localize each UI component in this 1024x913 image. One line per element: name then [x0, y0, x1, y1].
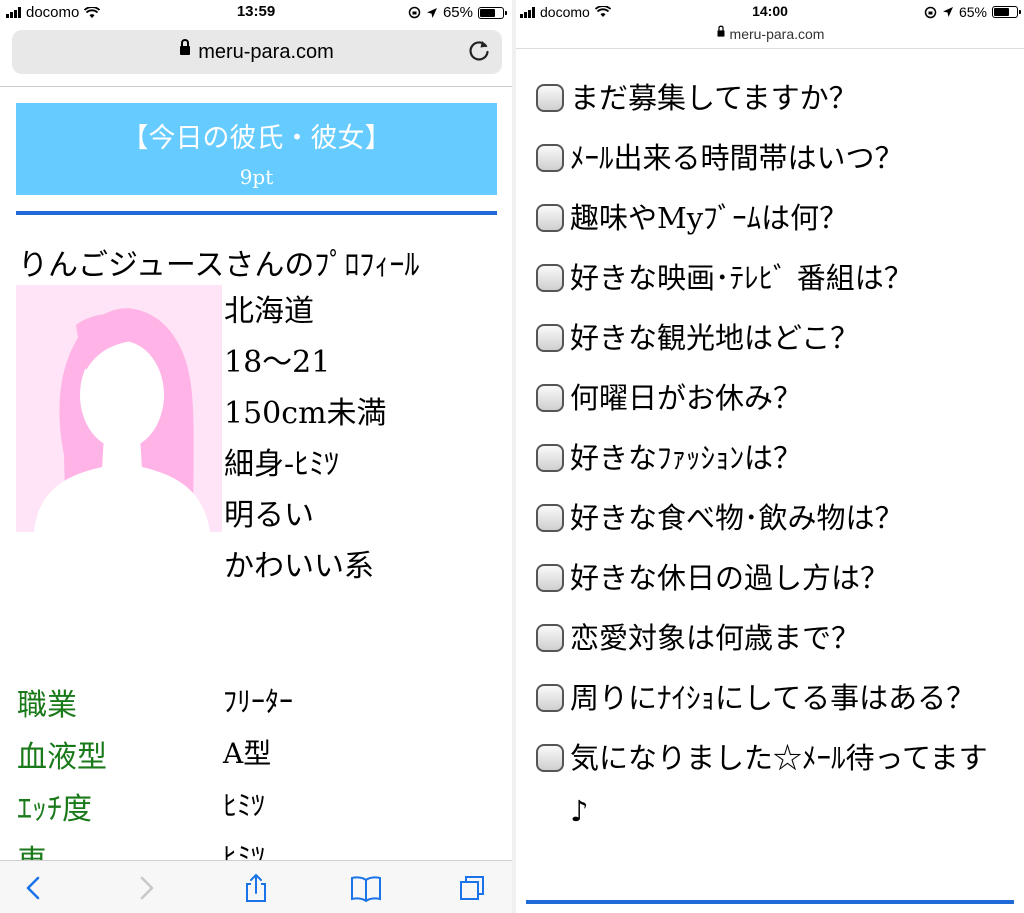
- attr-region: 北海道: [224, 294, 314, 329]
- female-silhouette-icon: [34, 308, 210, 532]
- back-icon[interactable]: [20, 873, 48, 903]
- attr-personality: 明るい: [224, 498, 314, 533]
- profile-details: 職業 ﾌﾘｰﾀｰ 血液型 A型 ｴｯﾁ度 ﾋﾐﾂ 車 ﾋﾐﾂ: [17, 680, 507, 888]
- checkbox[interactable]: [536, 204, 564, 232]
- detail-label: ｴｯﾁ度: [17, 792, 92, 827]
- avatar: [16, 285, 222, 532]
- checkbox[interactable]: [536, 84, 564, 112]
- checkbox[interactable]: [536, 264, 564, 292]
- attr-body: 細身-ﾋﾐﾂ: [224, 447, 340, 482]
- address-bar[interactable]: meru-para.com: [12, 30, 502, 74]
- question-item[interactable]: 好きな休日の過し方は？: [536, 552, 1006, 605]
- battery-icon: [478, 6, 507, 19]
- question-list: まだ募集してますか？ ﾒｰﾙ出来る時間帯はいつ？ 趣味やMyﾌﾞｰﾑは何？ 好き…: [536, 72, 1006, 838]
- question-item[interactable]: 趣味やMyﾌﾞｰﾑは何？: [536, 192, 1006, 245]
- checkbox[interactable]: [536, 324, 564, 352]
- lock-icon: [180, 39, 191, 56]
- location-icon: [426, 7, 437, 18]
- today-banner: 【今日の彼氏・彼女】 9pt: [16, 103, 497, 195]
- profile-title: りんごジュースさんのﾌﾟﾛﾌｨｰﾙ: [18, 248, 420, 283]
- attr-age: 18〜21: [224, 345, 331, 380]
- status-bar: docomo 13:59 65%: [0, 0, 512, 26]
- checkbox[interactable]: [536, 624, 564, 652]
- bookmarks-icon[interactable]: [350, 873, 382, 903]
- detail-value: A型: [223, 737, 272, 770]
- header-divider: [0, 86, 512, 87]
- detail-row: 職業 ﾌﾘｰﾀｰ: [17, 680, 507, 732]
- checkbox[interactable]: [536, 384, 564, 412]
- detail-label: 血液型: [17, 740, 107, 775]
- lock-icon: [717, 25, 725, 37]
- attr-height: 150cm未満: [224, 396, 387, 431]
- banner-subtitle: 9pt: [239, 165, 274, 189]
- rotation-lock-icon: [924, 6, 937, 18]
- detail-row: ｴｯﾁ度 ﾋﾐﾂ: [17, 784, 507, 836]
- rotation-lock-icon: [408, 6, 421, 19]
- share-icon[interactable]: [242, 873, 270, 903]
- question-item[interactable]: 何曜日がお休み？: [536, 372, 1006, 425]
- url-text: meru-para.com: [198, 41, 334, 63]
- url-text: meru-para.com: [729, 26, 825, 42]
- profile-attributes: 北海道 18〜21 150cm未満 細身-ﾋﾐﾂ 明るい かわいい系: [224, 290, 387, 596]
- detail-value: ﾌﾘｰﾀｰ: [223, 685, 294, 718]
- checkbox[interactable]: [536, 144, 564, 172]
- checkbox[interactable]: [536, 684, 564, 712]
- checkbox[interactable]: [536, 444, 564, 472]
- question-item[interactable]: ﾒｰﾙ出来る時間帯はいつ？: [536, 132, 1006, 185]
- section-divider: [16, 211, 497, 215]
- question-item[interactable]: まだ募集してますか？: [536, 72, 1006, 125]
- detail-label: 職業: [17, 688, 77, 723]
- status-bar: docomo 14:00 65%: [516, 0, 1024, 24]
- battery-percent: 65%: [958, 4, 987, 20]
- forward-icon[interactable]: [132, 873, 160, 903]
- detail-row: 血液型 A型: [17, 732, 507, 784]
- tabs-icon[interactable]: [458, 873, 486, 903]
- question-item[interactable]: 好きなﾌｧｯｼｮﾝは？: [536, 432, 1006, 485]
- checkbox[interactable]: [536, 564, 564, 592]
- question-item[interactable]: 好きな食べ物･飲み物は？: [536, 492, 1006, 545]
- left-screen: docomo 13:59 65% meru-para.com 【今日の彼氏・彼女…: [0, 0, 512, 913]
- question-item[interactable]: 好きな映画･ﾃﾚﾋﾞ 番組は？: [536, 252, 1006, 305]
- battery-percent: 65%: [442, 4, 473, 21]
- battery-icon: [992, 6, 1021, 18]
- header-divider: [516, 48, 1024, 49]
- checkbox[interactable]: [536, 744, 564, 772]
- question-item[interactable]: 好きな観光地はどこ？: [536, 312, 1006, 365]
- banner-title: 【今日の彼氏・彼女】: [121, 123, 392, 154]
- section-divider: [526, 900, 1014, 904]
- question-item[interactable]: 周りにﾅｲｼｮにしてる事はある？: [536, 672, 1006, 725]
- browser-toolbar: [0, 860, 512, 913]
- right-screen: docomo 14:00 65% meru-para.com まだ募集してますか…: [516, 0, 1024, 913]
- question-item[interactable]: 気になりました☆ﾒｰﾙ待ってます♪: [536, 732, 1006, 838]
- attr-style: かわいい系: [224, 549, 374, 584]
- checkbox[interactable]: [536, 504, 564, 532]
- question-item[interactable]: 恋愛対象は何歳まで？: [536, 612, 1006, 665]
- detail-value: ﾋﾐﾂ: [223, 789, 266, 822]
- location-icon: [942, 7, 953, 17]
- reload-icon[interactable]: [466, 38, 492, 64]
- address-bar-compact[interactable]: meru-para.com: [516, 25, 1024, 42]
